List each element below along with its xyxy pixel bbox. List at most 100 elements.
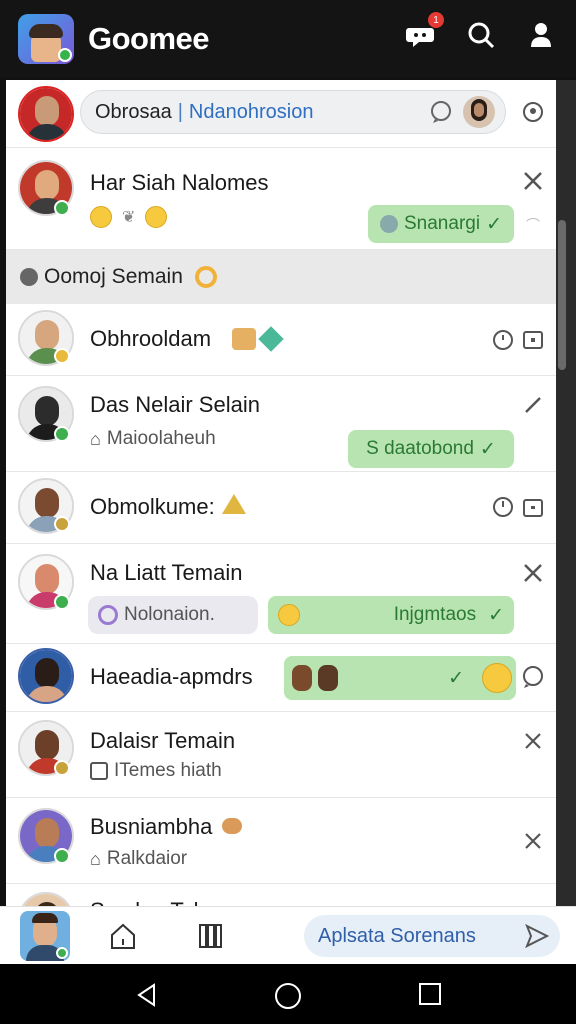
app-logo[interactable] bbox=[18, 14, 74, 64]
send-icon[interactable] bbox=[524, 923, 550, 949]
chat-row[interactable]: Haeadia-apmdrs ✓ bbox=[6, 644, 556, 712]
status-icon bbox=[380, 215, 398, 233]
chat-row[interactable]: Busniambha ⌂ Ralkdaior bbox=[6, 798, 556, 884]
notifications-icon[interactable]: 1 bbox=[404, 12, 444, 52]
chat-row[interactable]: Har Siah Nalomes ❦ Snanargi ✓ ⌒ bbox=[6, 148, 556, 250]
chat-preview-text: Nolonaion. bbox=[124, 604, 215, 625]
swirl-icon bbox=[98, 605, 118, 625]
notification-badge: 1 bbox=[428, 12, 444, 28]
close-icon[interactable] bbox=[520, 168, 546, 194]
section-icon bbox=[20, 268, 38, 286]
search-left-text: Obrosaa bbox=[95, 100, 172, 123]
chat-list: Obrosaa | Ndanohrosion Har Siah Nalomes … bbox=[6, 80, 556, 906]
check-icon: ✓ bbox=[488, 604, 504, 626]
chat-preview: ⌂ Ralkdaior bbox=[90, 848, 187, 870]
wings-emoji-icon: ❦ bbox=[122, 209, 136, 226]
bottom-bar: Aplsata Sorenans bbox=[0, 906, 576, 964]
lollipop-icon bbox=[194, 266, 217, 288]
profile-avatar[interactable] bbox=[20, 911, 70, 961]
warning-icon bbox=[222, 494, 246, 514]
close-icon[interactable] bbox=[520, 828, 546, 854]
status-text: Injgmtaos bbox=[393, 604, 477, 625]
chat-row[interactable]: Sasdan Tolomara bbox=[6, 884, 556, 906]
close-icon[interactable] bbox=[520, 560, 546, 586]
verified-icon bbox=[54, 200, 70, 216]
app-root: Goomee 1 Obrosaa | Ndanohrosion Har Siah… bbox=[0, 0, 576, 1024]
back-icon[interactable] bbox=[134, 982, 160, 1008]
chat-row[interactable]: Na Liatt Temain Nolonaion. Injgmtaos ✓ bbox=[6, 544, 556, 644]
search-row: Obrosaa | Ndanohrosion bbox=[6, 80, 556, 148]
chat-name: Dalaisr Temain bbox=[90, 728, 236, 753]
link-icon[interactable]: ⌒ bbox=[520, 212, 546, 238]
verified-icon bbox=[54, 848, 70, 864]
chat-preview-text: Maioolaheuh bbox=[106, 428, 216, 449]
tag-icon: ⌂ bbox=[90, 848, 101, 869]
new-message-icon[interactable] bbox=[520, 100, 546, 126]
recents-icon[interactable] bbox=[418, 982, 444, 1008]
search-right-text: Ndanohrosion bbox=[188, 100, 314, 123]
chat-preview-text: ITemes hiath bbox=[114, 760, 222, 781]
chat-name: Busniambha bbox=[90, 814, 243, 840]
calendar-icon[interactable] bbox=[520, 494, 546, 520]
calendar-icon[interactable] bbox=[520, 326, 546, 352]
chat-name: Har Siah Nalomes bbox=[90, 170, 269, 195]
chat-name: Obhrooldam bbox=[90, 326, 212, 351]
media-badge: ✓ bbox=[284, 656, 516, 700]
calendar-small-icon bbox=[90, 762, 108, 780]
chat-name: Sasdan Tolomara bbox=[90, 898, 261, 906]
avatar[interactable] bbox=[18, 892, 74, 906]
home-icon[interactable] bbox=[108, 921, 138, 951]
app-title: Goomee bbox=[88, 21, 210, 56]
section-header: Oomoj Semain bbox=[6, 250, 556, 304]
avatar[interactable] bbox=[18, 86, 74, 142]
status-text: S daatobond bbox=[366, 438, 474, 459]
home-nav-icon[interactable] bbox=[274, 982, 301, 1009]
check-icon: ✓ bbox=[448, 667, 464, 689]
profile-icon[interactable] bbox=[524, 18, 558, 52]
emoji-icon bbox=[278, 604, 300, 626]
chat-bubble-icon[interactable] bbox=[520, 664, 546, 690]
chat-row[interactable]: Obhrooldam bbox=[6, 304, 556, 376]
chat-preview: ⌂ Maioolaheuh bbox=[90, 428, 216, 450]
chat-name: Haeadia-apmdrs bbox=[90, 664, 253, 689]
message-input-placeholder: Aplsata Sorenans bbox=[318, 924, 476, 947]
tag-icon: ⌂ bbox=[90, 428, 101, 449]
chat-row[interactable]: Das Nelair Selain ⌂ Maioolaheuh S daatob… bbox=[6, 376, 556, 472]
message-input[interactable]: Aplsata Sorenans bbox=[304, 915, 560, 957]
status-icon bbox=[54, 760, 70, 776]
chat-bubble-icon[interactable] bbox=[429, 100, 453, 130]
timer-icon[interactable] bbox=[490, 326, 516, 352]
chat-preview: Nolonaion. bbox=[88, 596, 258, 634]
edit-icon[interactable] bbox=[520, 392, 546, 418]
status-badge: Injgmtaos ✓ bbox=[268, 596, 514, 634]
header-actions: 1 bbox=[404, 12, 558, 52]
avatar[interactable] bbox=[18, 648, 74, 704]
chat-name: Obmolkume: bbox=[90, 494, 215, 519]
library-icon[interactable] bbox=[196, 921, 226, 951]
status-icon bbox=[54, 348, 70, 364]
pretzel-icon bbox=[222, 818, 243, 834]
scrollbar[interactable] bbox=[558, 220, 566, 370]
verified-icon bbox=[54, 594, 70, 610]
check-icon: ✓ bbox=[486, 213, 502, 235]
status-icon bbox=[54, 516, 70, 532]
contact-avatar[interactable] bbox=[463, 96, 495, 128]
chat-preview-text: Ralkdaior bbox=[106, 848, 188, 869]
chat-row[interactable]: Dalaisr Temain ITemes hiath bbox=[6, 712, 556, 798]
timer-icon[interactable] bbox=[490, 494, 516, 520]
search-input[interactable]: Obrosaa | Ndanohrosion bbox=[80, 90, 506, 134]
search-icon[interactable] bbox=[464, 18, 498, 52]
emoji-icon bbox=[232, 328, 256, 350]
diamond-icon bbox=[258, 326, 284, 352]
chat-name: Das Nelair Selain bbox=[90, 392, 260, 417]
chat-name-text: Busniambha bbox=[90, 814, 213, 839]
smile-emoji-icon bbox=[90, 206, 112, 228]
chat-row[interactable]: Obmolkume: bbox=[6, 472, 556, 544]
close-icon[interactable] bbox=[520, 728, 546, 754]
app-header: Goomee 1 bbox=[0, 0, 576, 78]
photo-icon bbox=[318, 665, 338, 691]
check-icon: ✓ bbox=[479, 438, 496, 460]
status-text: Snanargi bbox=[404, 213, 481, 234]
status-badge: S daatobond ✓ bbox=[348, 430, 514, 468]
side-margin bbox=[556, 80, 576, 906]
